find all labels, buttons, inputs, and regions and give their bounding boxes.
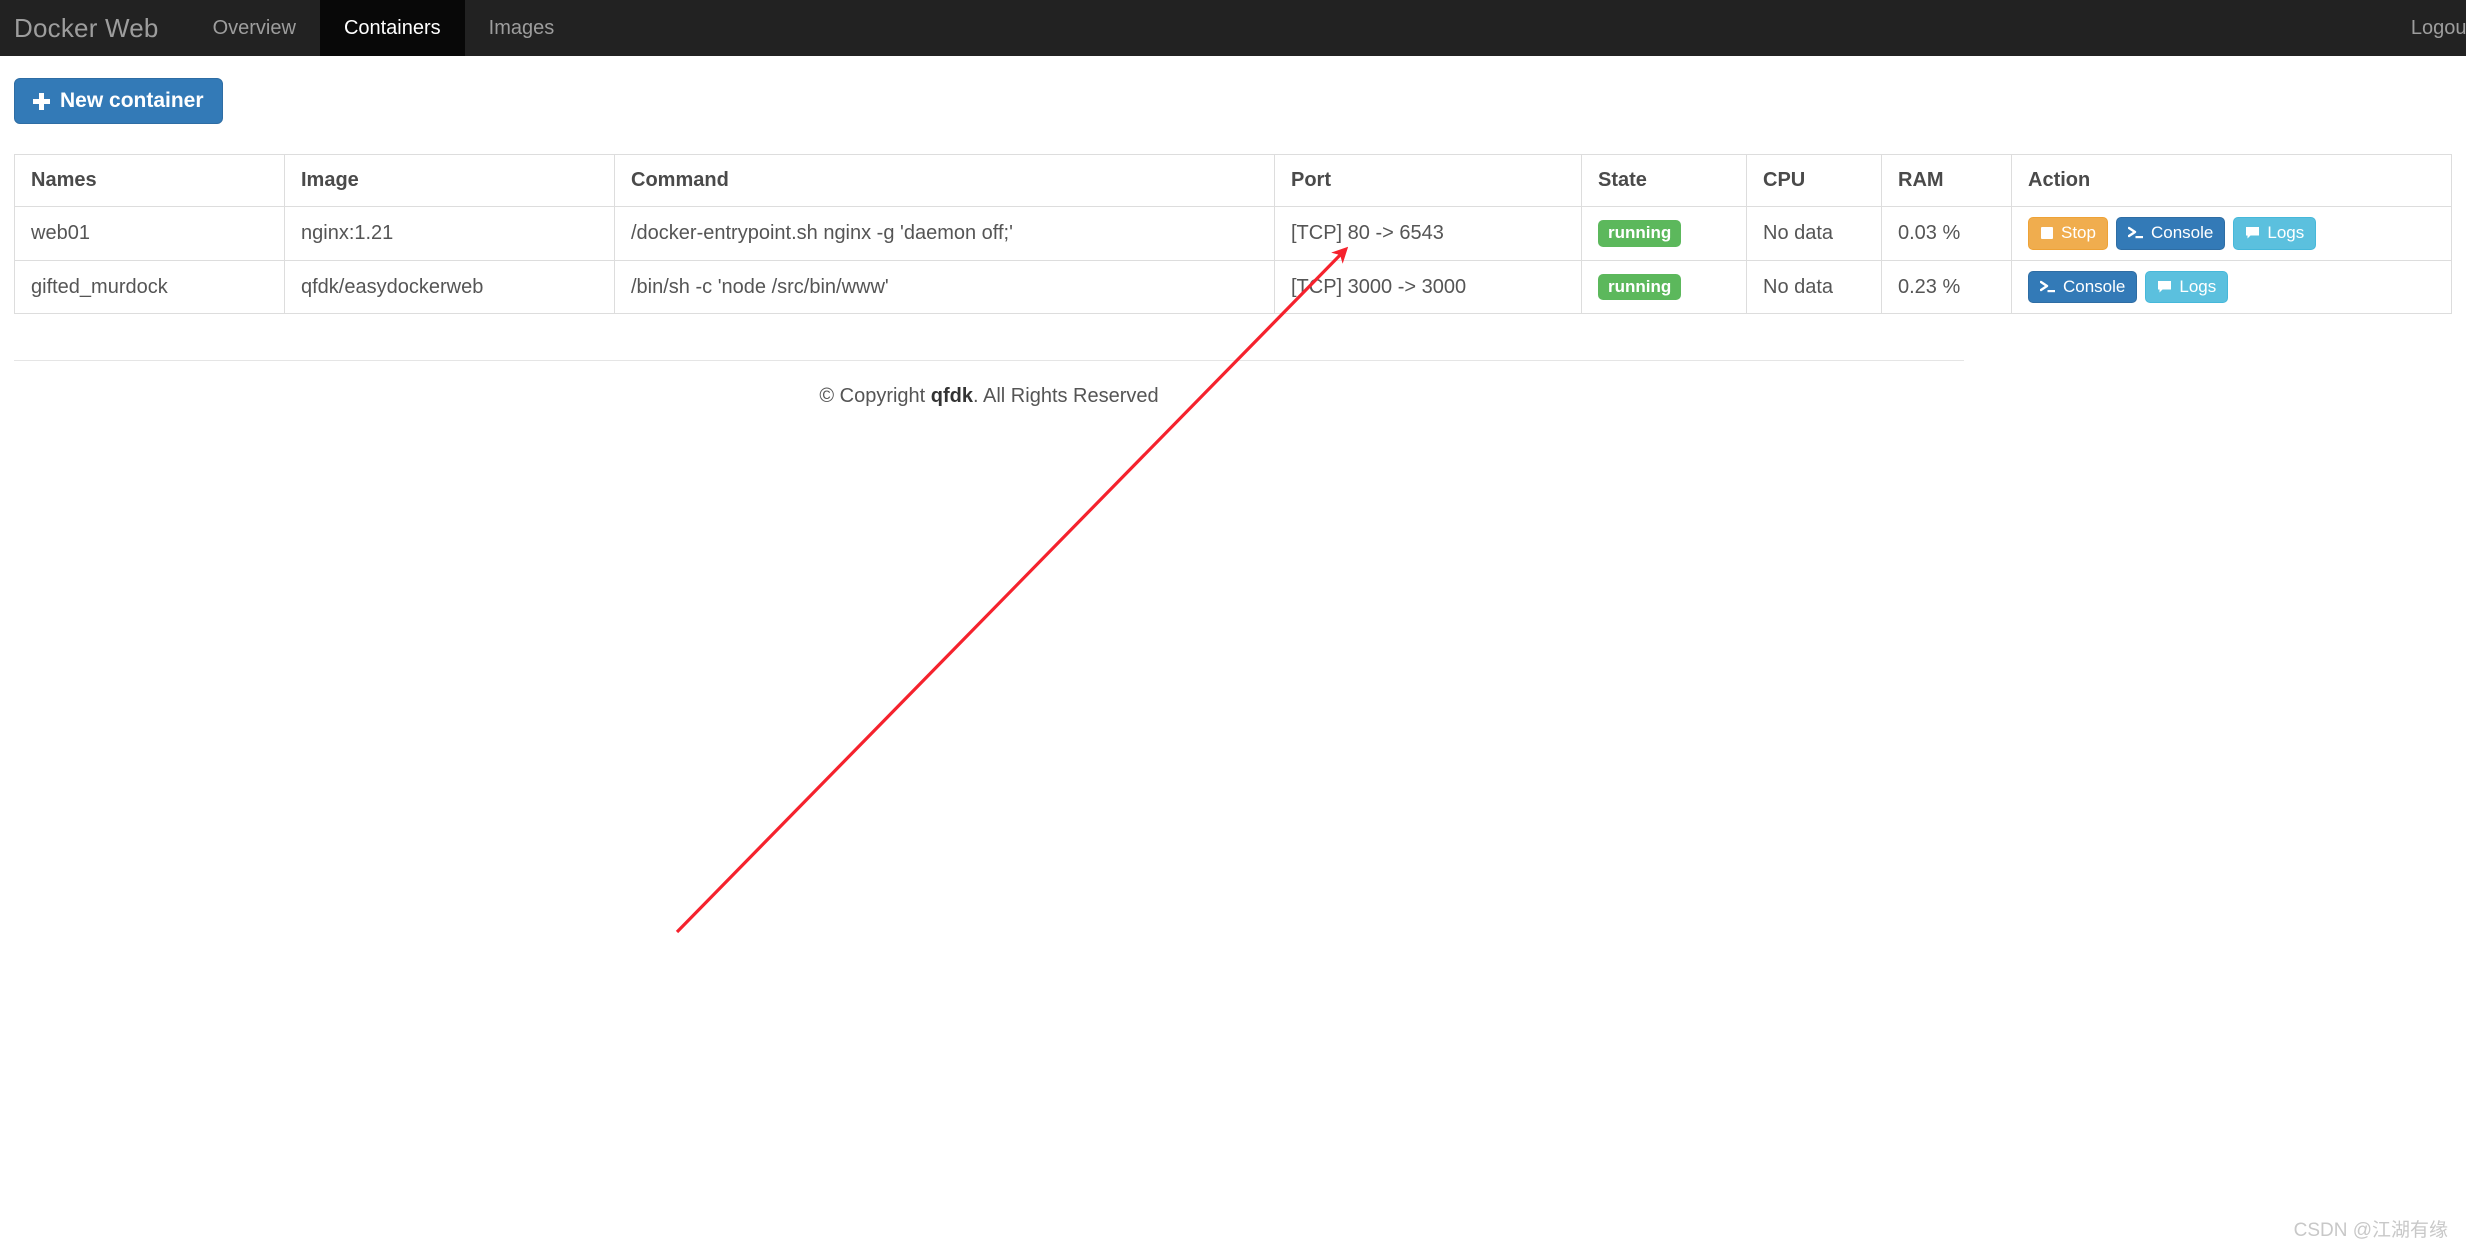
cell-cpu: No data [1746,206,1882,261]
logout-label: Logout [2410,16,2466,39]
logs-button[interactable]: Logs [2233,217,2317,250]
copyright-owner: qfdk [930,385,974,408]
table-body: web01 nginx:1.21 /docker-entrypoint.sh n… [14,206,2452,315]
terminal-icon [2040,280,2056,294]
top-navbar: Docker Web Overview Containers Images Lo… [0,0,2466,56]
cell-command: /docker-entrypoint.sh nginx -g 'daemon o… [614,206,1275,261]
page-content: New container Names Image Command Port S… [0,56,2466,408]
console-button-label: Console [2150,223,2214,242]
cell-action: Stop Console Logs [2011,206,2452,261]
status-badge: running [1598,273,1682,301]
nav-link-images[interactable]: Images [465,0,579,56]
brand-logo[interactable]: Docker Web [0,0,189,56]
plus-icon [33,92,50,110]
logs-button-label: Logs [2179,276,2217,296]
table-row: web01 nginx:1.21 /docker-entrypoint.sh n… [14,206,2452,261]
cell-names: web01 [14,206,285,261]
new-container-label: New container [60,89,204,112]
comment-icon [2157,280,2172,294]
column-header-action: Action [2011,154,2452,207]
toolbar: New container [0,56,2466,124]
nav-link-overview[interactable]: Overview [189,0,320,56]
cell-names: gifted_murdock [14,259,285,315]
logs-button[interactable]: Logs [2145,270,2229,304]
cell-state: running [1581,259,1747,315]
table-head: Names Image Command Port State CPU RAM A… [14,154,2452,207]
cell-port: [TCP] 80 -> 6543 [1274,206,1582,261]
action-button-group: Console Logs [2028,270,2435,304]
table-row: gifted_murdock qfdk/easydockerweb /bin/s… [14,259,2452,315]
cell-command: /bin/sh -c 'node /src/bin/www' [614,259,1275,315]
console-button[interactable]: Console [2028,270,2138,304]
action-button-group: Stop Console Logs [2028,217,2435,250]
cell-ram: 0.23 % [1881,259,2012,315]
copyright-prefix: © Copyright [819,385,931,408]
new-container-button[interactable]: New container [14,78,223,124]
csdn-watermark: CSDN @江湖有缘 [2293,1220,2448,1241]
nav-link-images-label: Images [488,16,555,39]
logout-button[interactable]: Logout [2387,17,2466,40]
column-header-cpu: CPU [1746,154,1882,207]
stop-square-icon [2040,226,2054,240]
column-header-command: Command [614,154,1275,207]
cell-port: [TCP] 3000 -> 3000 [1274,259,1582,315]
nav-link-containers-label: Containers [343,16,441,39]
copyright-suffix: . All Rights Reserved [973,385,1159,408]
stop-button-label: Stop [2061,223,2096,242]
column-header-state: State [1581,154,1747,207]
column-header-image: Image [284,154,615,207]
cell-image: qfdk/easydockerweb [284,259,615,315]
column-header-names: Names [14,154,285,207]
table-header-row: Names Image Command Port State CPU RAM A… [14,154,2452,207]
status-badge: running [1598,220,1682,247]
cell-action: Console Logs [2011,259,2452,315]
cell-ram: 0.03 % [1881,206,2012,261]
stop-button[interactable]: Stop [2028,217,2108,250]
cell-image: nginx:1.21 [284,206,615,261]
nav-links: Overview Containers Images [189,0,579,56]
containers-table-wrap: Names Image Command Port State CPU RAM A… [0,124,2466,408]
containers-table: Names Image Command Port State CPU RAM A… [14,154,2452,315]
copyright-text: © Copyright qfdk. All Rights Reserved [14,385,1964,408]
column-header-port: Port [1274,154,1582,207]
console-button-label: Console [2063,276,2126,296]
cell-cpu: No data [1746,259,1882,315]
logs-button-label: Logs [2267,223,2305,242]
console-button[interactable]: Console [2115,217,2226,250]
navbar-right: Logout [2379,0,2466,56]
comment-icon [2245,226,2260,240]
terminal-icon [2127,226,2144,240]
nav-link-containers[interactable]: Containers [319,0,465,56]
cell-state: running [1581,206,1747,261]
nav-link-overview-label: Overview [212,16,296,39]
page-footer: © Copyright qfdk. All Rights Reserved [14,360,1964,408]
column-header-ram: RAM [1881,154,2012,207]
